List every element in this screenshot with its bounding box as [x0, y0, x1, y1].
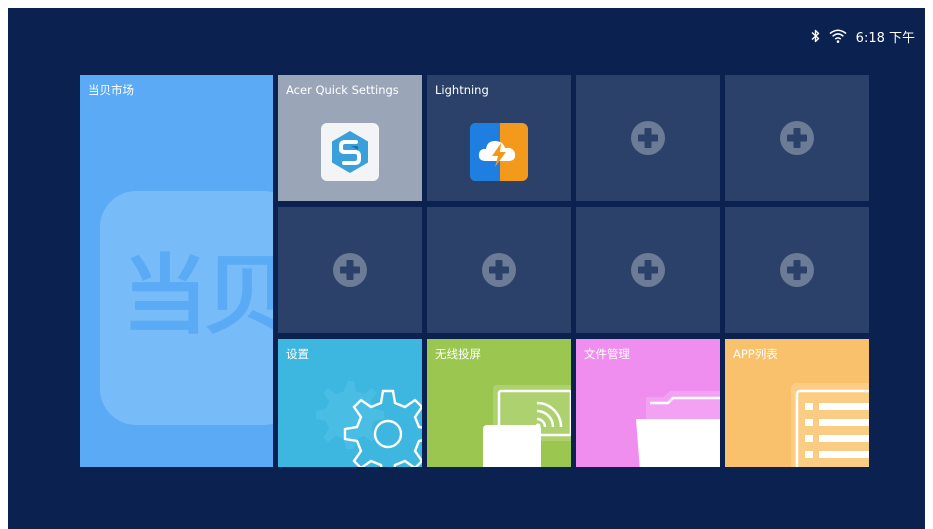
- bluetooth-icon: [811, 29, 820, 43]
- tile-empty-slot[interactable]: [725, 207, 869, 333]
- tile-label: APP列表: [733, 347, 778, 361]
- tile-dangbei-market[interactable]: 当贝 当贝市场: [80, 75, 273, 467]
- tile-empty-slot[interactable]: [427, 207, 571, 333]
- tile-label: Lightning: [435, 83, 489, 97]
- tile-empty-slot[interactable]: [278, 207, 422, 333]
- tile-file-manager[interactable]: 文件管理: [576, 339, 720, 467]
- plus-circle-icon: [631, 253, 665, 287]
- tile-label: Acer Quick Settings: [286, 83, 399, 97]
- plus-circle-icon: [780, 253, 814, 287]
- tile-empty-slot[interactable]: [725, 75, 869, 201]
- launcher-screen: 6:18 下午 当贝 当贝市场 Acer Quick Settings Ligh…: [8, 8, 925, 529]
- wifi-icon: [829, 29, 847, 43]
- tile-label: 无线投屏: [435, 347, 481, 361]
- tile-label: 设置: [286, 347, 309, 361]
- status-bar: 6:18 下午: [811, 26, 915, 46]
- tile-app-list[interactable]: APP列表: [725, 339, 869, 467]
- clock-time: 6:18 下午: [855, 30, 915, 46]
- tile-label: 文件管理: [584, 347, 630, 361]
- acer-quick-settings-icon: [321, 123, 379, 181]
- plus-circle-icon: [631, 121, 665, 155]
- tile-label: 当贝市场: [88, 83, 134, 97]
- market-watermark-text: 当贝: [122, 246, 273, 346]
- tile-lightning[interactable]: Lightning: [427, 75, 571, 201]
- tile-settings[interactable]: 设置: [278, 339, 422, 467]
- market-logo-watermark: 当贝: [100, 191, 273, 425]
- plus-circle-icon: [333, 253, 367, 287]
- tile-empty-slot[interactable]: [576, 75, 720, 201]
- tile-empty-slot[interactable]: [576, 207, 720, 333]
- tile-acer-quick-settings[interactable]: Acer Quick Settings: [278, 75, 422, 201]
- lightning-icon: [470, 123, 528, 181]
- plus-circle-icon: [482, 253, 516, 287]
- tile-wireless-mirroring[interactable]: 无线投屏: [427, 339, 571, 467]
- plus-circle-icon: [780, 121, 814, 155]
